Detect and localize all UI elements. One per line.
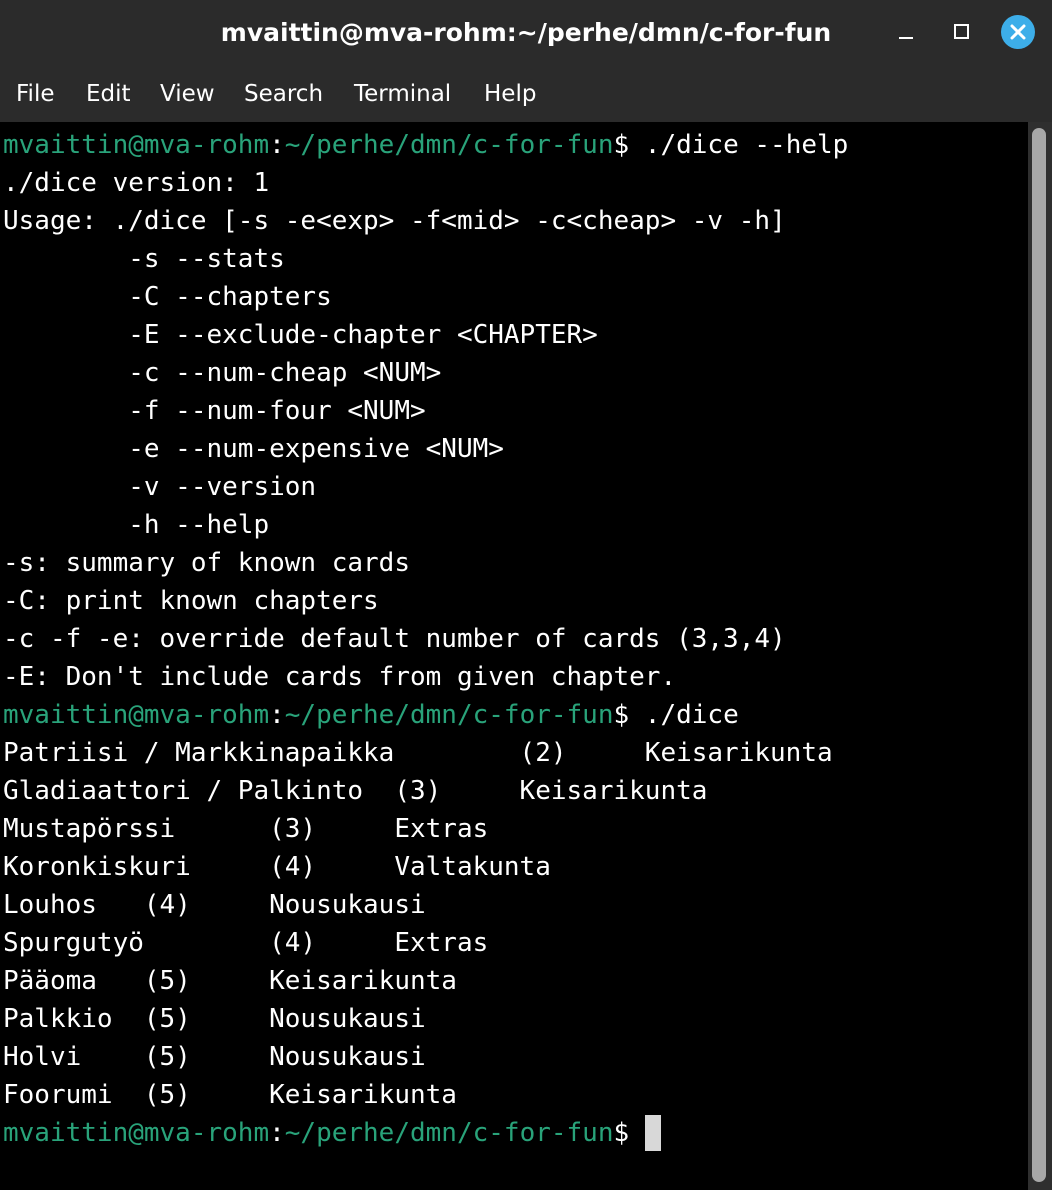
menu-bar: File Edit View Search Terminal Help <box>0 66 1052 122</box>
output-line: -v --version <box>3 472 317 502</box>
prompt-user-host: mvaittin@mva-rohm <box>3 700 270 730</box>
output-line: ./dice version: 1 <box>3 168 270 198</box>
maximize-button[interactable] <box>944 14 980 50</box>
terminal-output[interactable]: mvaittin@mva-rohm:~/perhe/dmn/c-for-fun$… <box>0 122 1028 1190</box>
output-line: Palkkio (5) Nousukausi <box>3 1004 426 1034</box>
output-line: Louhos (4) Nousukausi <box>3 890 426 920</box>
output-line: Mustapörssi (3) Extras <box>3 814 489 844</box>
prompt-dollar: $ <box>613 700 630 730</box>
output-line: -s --stats <box>3 244 285 274</box>
menu-file[interactable]: File <box>14 66 57 122</box>
minimize-icon <box>899 37 913 39</box>
output-line: -E --exclude-chapter <CHAPTER> <box>3 320 598 350</box>
close-icon <box>1001 15 1035 49</box>
command-text: ./dice --help <box>629 130 849 160</box>
terminal-window: mvaittin@mva-rohm:~/perhe/dmn/c-for-fun … <box>0 0 1052 1190</box>
output-line: -C --chapters <box>3 282 332 312</box>
prompt-colon: : <box>269 130 285 160</box>
output-line: -E: Don't include cards from given chapt… <box>3 662 677 692</box>
output-line: -f --num-four <NUM> <box>3 396 426 426</box>
prompt-line: mvaittin@mva-rohm:~/perhe/dmn/c-for-fun$… <box>3 696 739 734</box>
output-line: Spurgutyö (4) Extras <box>3 928 489 958</box>
output-line: -C: print known chapters <box>3 586 379 616</box>
menu-search[interactable]: Search <box>242 66 325 122</box>
output-line: Holvi (5) Nousukausi <box>3 1042 426 1072</box>
prompt-line: mvaittin@mva-rohm:~/perhe/dmn/c-for-fun$… <box>3 126 848 164</box>
prompt-colon: : <box>269 1118 285 1148</box>
command-text: ./dice <box>629 700 739 730</box>
prompt-path: ~/perhe/dmn/c-for-fun <box>284 700 614 730</box>
minimize-button[interactable] <box>888 14 924 50</box>
command-text <box>629 1118 645 1148</box>
prompt-path: ~/perhe/dmn/c-for-fun <box>284 1118 614 1148</box>
prompt-colon: : <box>269 700 285 730</box>
output-line: Gladiaattori / Palkinto (3) Keisarikunta <box>3 776 708 806</box>
prompt-user-host: mvaittin@mva-rohm <box>3 130 270 160</box>
output-line: -c -f -e: override default number of car… <box>3 624 786 654</box>
output-line: Pääoma (5) Keisarikunta <box>3 966 457 996</box>
output-line: Foorumi (5) Keisarikunta <box>3 1080 457 1110</box>
text-cursor <box>644 1115 661 1151</box>
output-line: -c --num-cheap <NUM> <box>3 358 442 388</box>
menu-edit[interactable]: Edit <box>84 66 133 122</box>
output-line: -h --help <box>3 510 270 540</box>
close-button[interactable] <box>1000 14 1036 50</box>
menu-help[interactable]: Help <box>482 66 538 122</box>
prompt-dollar: $ <box>613 1118 630 1148</box>
output-line: Patriisi / Markkinapaikka (2) Keisarikun… <box>3 738 833 768</box>
scrollbar-thumb[interactable] <box>1032 128 1046 1182</box>
prompt-path: ~/perhe/dmn/c-for-fun <box>284 130 614 160</box>
maximize-icon <box>954 24 969 39</box>
prompt-line: mvaittin@mva-rohm:~/perhe/dmn/c-for-fun$ <box>3 1114 661 1152</box>
prompt-dollar: $ <box>613 130 630 160</box>
output-line: Usage: ./dice [-s -e<exp> -f<mid> -c<che… <box>3 206 786 236</box>
output-line: Koronkiskuri (4) Valtakunta <box>3 852 551 882</box>
prompt-user-host: mvaittin@mva-rohm <box>3 1118 270 1148</box>
output-line: -e --num-expensive <NUM> <box>3 434 504 464</box>
output-line: -s: summary of known cards <box>3 548 410 578</box>
menu-terminal[interactable]: Terminal <box>352 66 453 122</box>
title-bar[interactable]: mvaittin@mva-rohm:~/perhe/dmn/c-for-fun <box>0 0 1052 66</box>
menu-view[interactable]: View <box>158 66 217 122</box>
